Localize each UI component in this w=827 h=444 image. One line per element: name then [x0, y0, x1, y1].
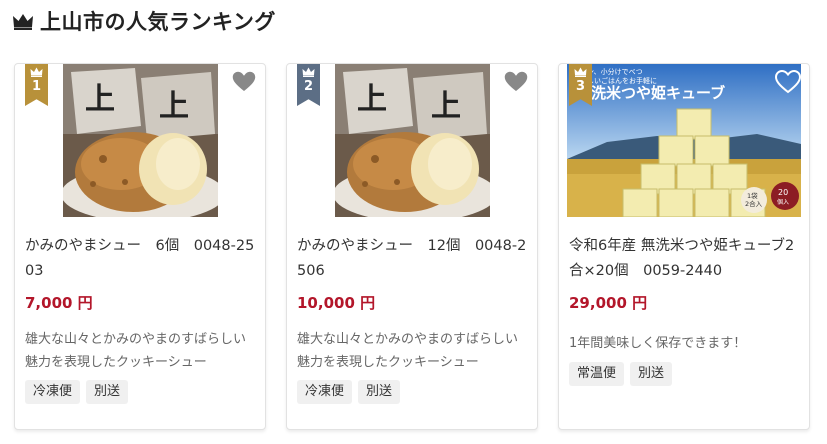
crown-icon	[13, 14, 33, 30]
tag-shipping: 冷凍便	[25, 380, 81, 404]
product-price: 7,000 円	[25, 294, 93, 312]
product-name[interactable]: かみのやまシュー 6個 0048-2503	[25, 234, 257, 284]
product-card[interactable]: 2 上 上 かみのやまシュー 12個 0048-2506 10,000 円 雄大…	[286, 63, 538, 430]
heart-icon[interactable]	[503, 70, 529, 94]
product-image[interactable]: 上 上	[335, 64, 490, 217]
product-price: 10,000 円	[297, 294, 376, 312]
product-description: 1年間美味しく保存できます！	[569, 336, 747, 351]
product-image[interactable]: コクン、小分けでべつ おいしいごはんをお手軽に 洗米つや姫キューブ 1袋 2合入…	[567, 64, 801, 217]
tag-list: 冷凍便 別送	[297, 380, 401, 404]
rank-number: 1	[31, 79, 42, 94]
tag-shipping: 常温便	[569, 362, 625, 386]
tag-shipping: 冷凍便	[297, 380, 353, 404]
crown-icon	[302, 67, 315, 77]
product-card[interactable]: 1 上 上 かみのやまシュー 6個 0048-2503 7,000 円 雄大な山…	[14, 63, 266, 430]
svg-text:上: 上	[85, 82, 115, 117]
crown-icon	[574, 67, 587, 77]
svg-text:2合入: 2合入	[745, 199, 763, 208]
section-title: 上山市の人気ランキング	[40, 10, 276, 34]
rank-badge: 2	[297, 64, 320, 106]
svg-text:1袋: 1袋	[747, 191, 758, 200]
image-headline: 洗米つや姫キューブ	[591, 84, 725, 102]
crown-icon	[30, 67, 43, 77]
heart-icon[interactable]	[775, 70, 801, 94]
svg-text:上: 上	[357, 82, 387, 117]
svg-text:20: 20	[778, 188, 788, 197]
tag-separate: 別送	[86, 380, 129, 404]
tag-list: 冷凍便 別送	[25, 380, 129, 404]
product-image[interactable]: 上 上	[63, 64, 218, 217]
heart-icon[interactable]	[231, 70, 257, 94]
rank-number: 3	[575, 79, 586, 94]
section-heading: 上山市の人気ランキング	[12, 6, 276, 36]
product-card[interactable]: 3 コクン、小分けでべつ おいしいごはんをお手軽に 洗米つや姫キューブ 1袋 2…	[558, 63, 810, 430]
rank-number: 2	[303, 79, 314, 94]
rank-badge: 1	[25, 64, 48, 106]
tag-separate: 別送	[358, 380, 401, 404]
svg-text:上: 上	[159, 89, 189, 124]
product-name[interactable]: 令和6年産 無洗米つや姫キューブ2合×20個 0059-2440	[569, 234, 801, 284]
tag-list: 常温便 別送	[569, 362, 673, 386]
tag-separate: 別送	[630, 362, 673, 386]
svg-text:上: 上	[431, 89, 461, 124]
product-description: 雄大な山々とかみのやまのすばらしい魅力を表現したクッキーシュー	[297, 332, 519, 370]
product-name[interactable]: かみのやまシュー 12個 0048-2506	[297, 234, 529, 284]
svg-text:個入: 個入	[777, 198, 789, 206]
product-price: 29,000 円	[569, 294, 648, 312]
product-description: 雄大な山々とかみのやまのすばらしい魅力を表現したクッキーシュー	[25, 332, 247, 370]
